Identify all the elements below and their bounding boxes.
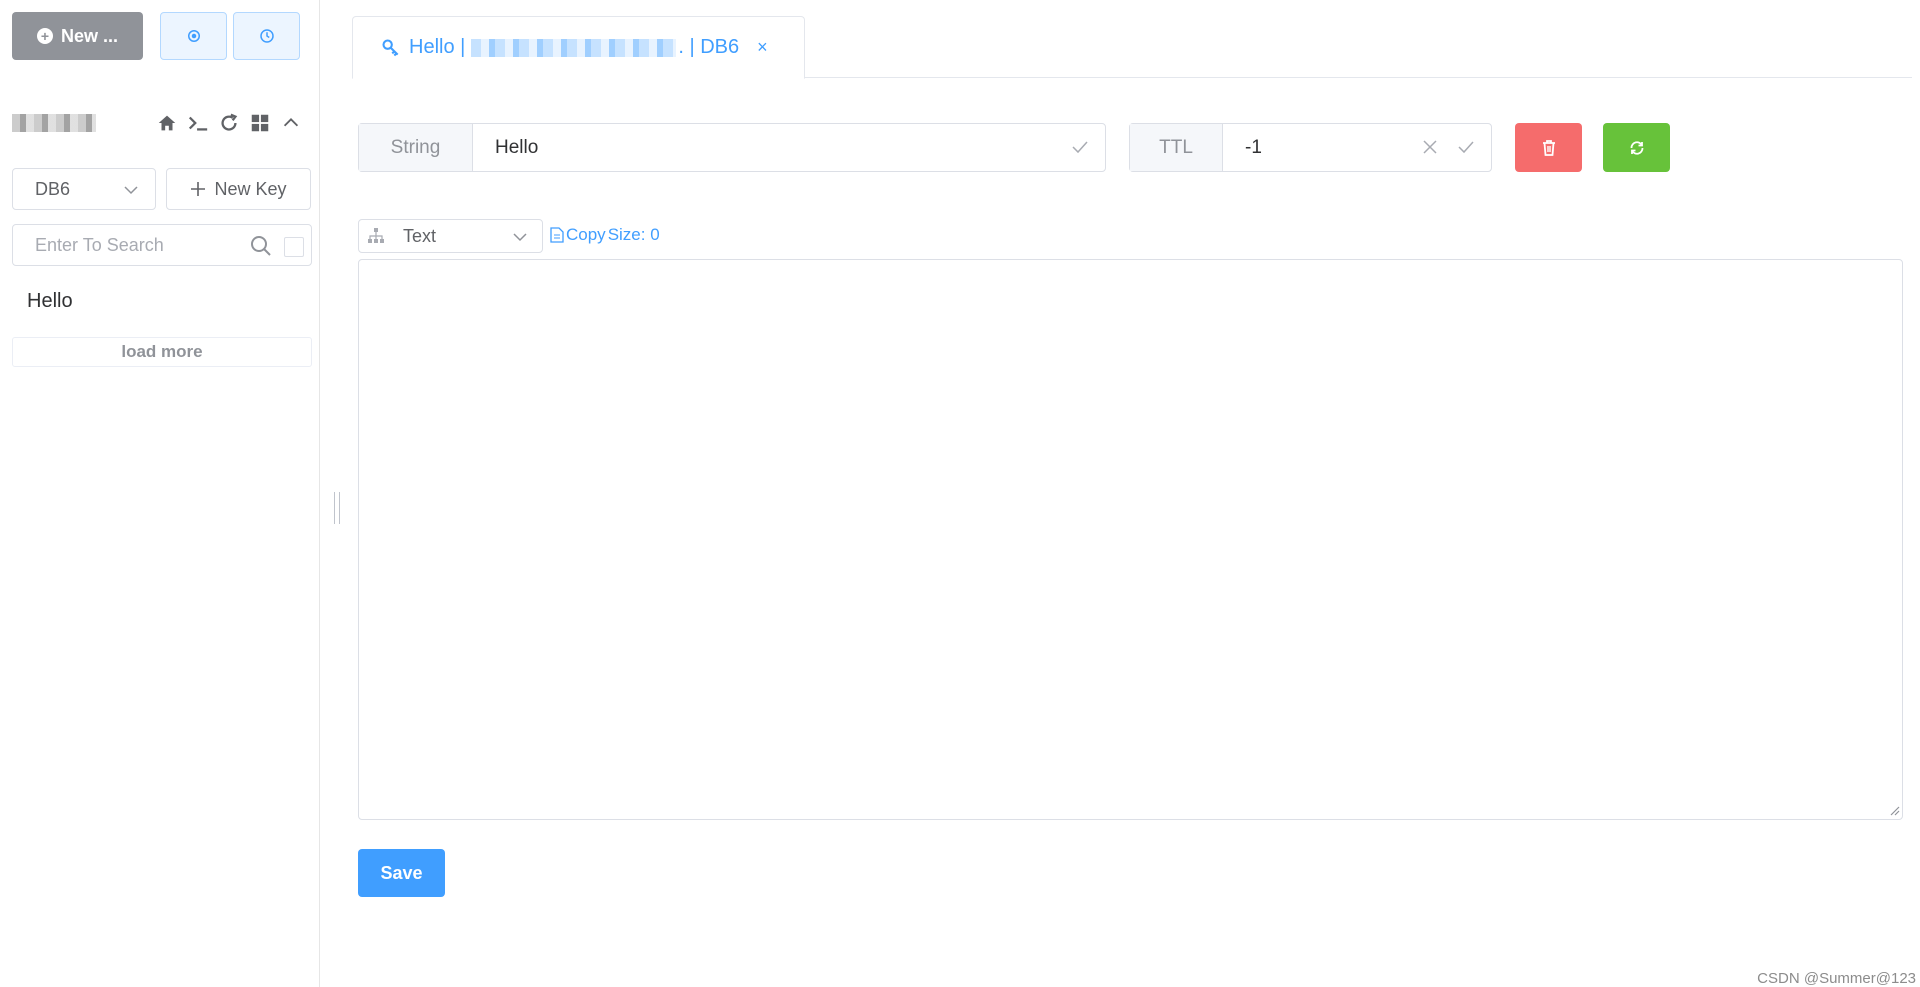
db-select-value: DB6 xyxy=(35,178,71,199)
new-connection-button[interactable]: + New ... xyxy=(12,12,143,60)
watermark: CSDN @Summer@123 xyxy=(1757,970,1916,987)
grid-icon[interactable] xyxy=(249,112,271,134)
chevron-up-icon[interactable] xyxy=(280,112,302,134)
connection-row[interactable] xyxy=(12,110,312,138)
check-icon[interactable] xyxy=(1457,138,1475,156)
ttl-value: -1 xyxy=(1245,136,1262,158)
refresh-icon xyxy=(1630,140,1643,155)
db-select[interactable]: DB6 xyxy=(12,168,156,210)
sidebar-resize-handle[interactable] xyxy=(334,492,340,524)
key-type-label: String xyxy=(359,124,473,171)
tab-label-prefix: Hello | xyxy=(409,36,466,58)
exact-search-checkbox[interactable] xyxy=(284,237,304,257)
format-select[interactable]: Text xyxy=(358,219,543,253)
tab-label-suffix: . | DB6 xyxy=(678,36,740,58)
key-list-item[interactable]: Hello xyxy=(27,290,73,313)
search-icon[interactable] xyxy=(249,234,273,258)
check-icon[interactable] xyxy=(1071,138,1089,156)
document-icon xyxy=(550,227,564,243)
new-key-label: New Key xyxy=(214,178,287,199)
new-connection-label: New ... xyxy=(60,25,118,46)
history-button[interactable] xyxy=(233,12,300,60)
format-select-value: Text xyxy=(403,225,437,246)
copy-size-info: Copy Size: 0 xyxy=(550,225,660,245)
copy-button[interactable]: Copy xyxy=(566,225,606,245)
value-size: Size: 0 xyxy=(607,225,660,244)
settings-button[interactable] xyxy=(160,12,227,60)
plus-icon xyxy=(191,182,206,196)
key-name-field[interactable]: Hello xyxy=(473,124,1105,171)
textarea-resize-icon[interactable] xyxy=(1888,804,1900,816)
tab-bar: Hello | . | DB6 × xyxy=(352,16,1912,79)
delete-key-button[interactable] xyxy=(1515,123,1582,172)
terminal-icon[interactable] xyxy=(187,112,209,134)
plus-circle-icon: + xyxy=(36,28,53,44)
settings-icon xyxy=(187,30,200,42)
refresh-key-button[interactable] xyxy=(1603,123,1670,172)
clear-icon[interactable] xyxy=(1421,138,1439,156)
refresh-icon[interactable] xyxy=(218,112,240,134)
ttl-group: TTL -1 xyxy=(1129,123,1492,172)
tab-redacted-host xyxy=(471,38,677,57)
ttl-label: TTL xyxy=(1130,124,1223,171)
key-name-value: Hello xyxy=(495,136,539,158)
tab-close-icon[interactable]: × xyxy=(757,37,768,58)
clock-icon xyxy=(259,29,274,43)
trash-icon xyxy=(1542,139,1555,156)
key-search xyxy=(12,224,312,266)
tab-key-hello[interactable]: Hello | . | DB6 × xyxy=(352,16,805,79)
save-button[interactable]: Save xyxy=(358,849,445,897)
tree-icon xyxy=(368,228,384,243)
ttl-field[interactable]: -1 xyxy=(1223,124,1491,171)
key-icon xyxy=(382,38,399,56)
connection-name-redacted xyxy=(12,114,96,132)
sidebar: + New ... DB6 New Key Hello load more xyxy=(0,0,320,987)
value-textarea[interactable] xyxy=(358,259,1903,820)
chevron-down-icon xyxy=(513,233,527,242)
key-name-group: String Hello xyxy=(358,123,1106,172)
home-icon[interactable] xyxy=(156,112,178,134)
load-more-button[interactable]: load more xyxy=(12,337,312,367)
chevron-down-icon xyxy=(124,186,138,195)
search-input[interactable] xyxy=(13,225,243,265)
new-key-button[interactable]: New Key xyxy=(166,168,311,210)
